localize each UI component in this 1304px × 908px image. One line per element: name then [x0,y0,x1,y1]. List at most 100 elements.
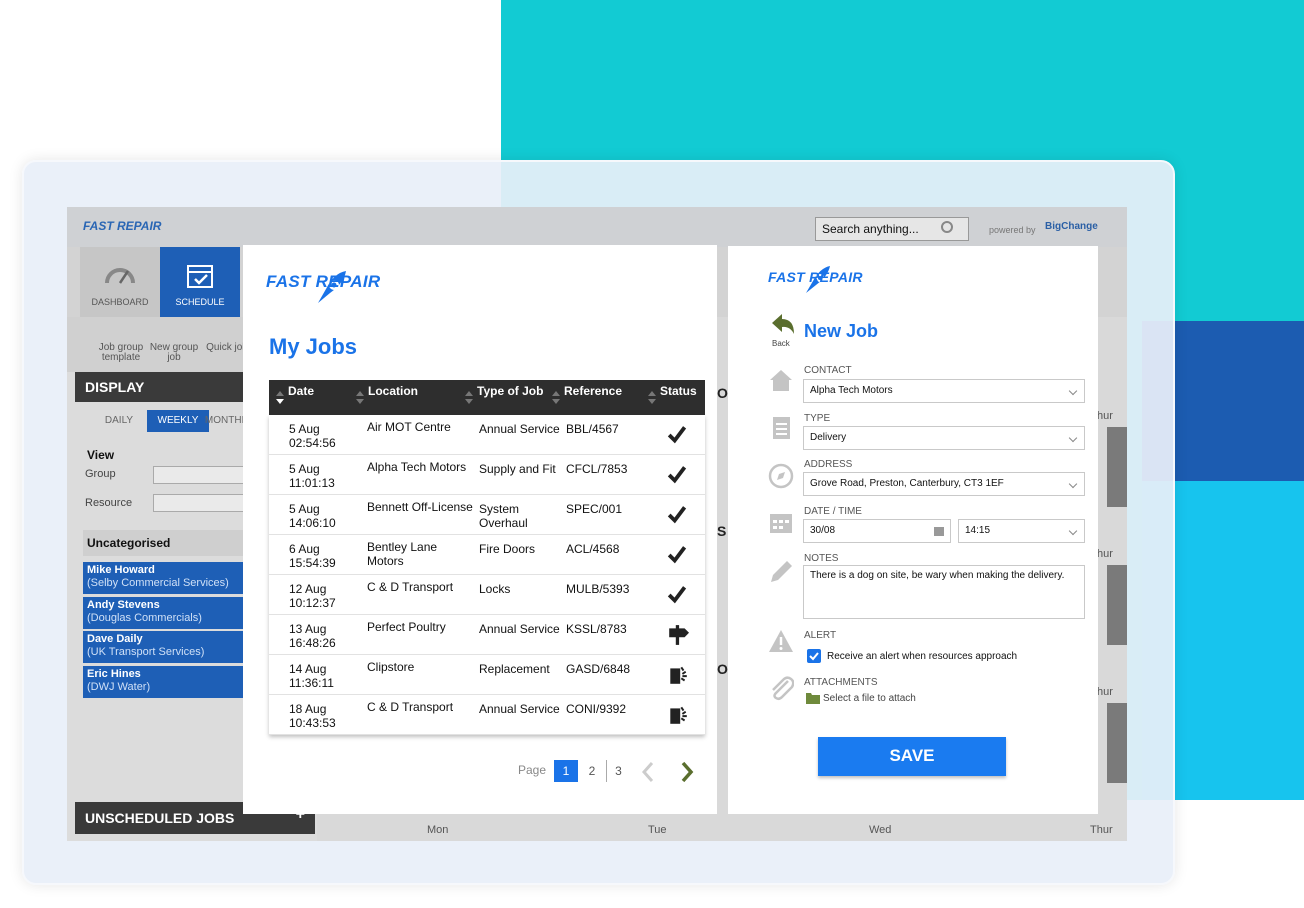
sort-icon[interactable] [356,391,364,405]
cell-date-time: 16:48:26 [289,636,336,650]
time-value: 14:15 [965,525,991,536]
chevron-down-icon [1068,433,1078,443]
save-button[interactable]: SAVE [818,737,1006,776]
alert-checkbox[interactable] [807,649,821,663]
cell-location: Clipstore [367,660,415,674]
subnav-new-group-job[interactable]: New group job [147,343,201,363]
cell-date-time: 10:43:53 [289,716,336,730]
cell-date: 5 Aug 14:06:10 [289,502,359,530]
page-button-2[interactable]: 2 [580,760,604,782]
check-icon [667,546,687,564]
calendar-small-icon[interactable] [934,526,944,536]
table-row[interactable]: 6 Aug 15:54:39 Bentley Lane Motors Fire Doo… [269,535,705,575]
resource-company: (DWJ Water) [87,681,151,693]
table-row[interactable]: 18 Aug 10:43:53 C & D Transport Annual Serv… [269,695,705,735]
app-topbar: FAST REPAIR Search anything... powered b… [67,207,1127,247]
attach-file-link[interactable]: Select a file to attach [823,693,916,704]
table-row[interactable]: 5 Aug 02:54:56 Air MOT Centre Annual Servic… [269,415,705,455]
cell-date-time: 11:01:13 [289,476,335,490]
cell-location: C & D Transport [367,700,454,714]
calendar-day-label: hur [1097,410,1113,422]
type-label: TYPE [804,413,831,424]
brand-logo: FAST REPAIR [768,266,863,293]
col-type[interactable]: Type of Job [477,384,543,398]
unscheduled-jobs-label: UNSCHEDULED JOBS [85,810,235,826]
cell-reference: GASD/6848 [566,662,631,676]
table-body: 5 Aug 02:54:56 Air MOT Centre Annual Servic… [269,415,705,735]
time-select[interactable]: 14:15 [958,519,1085,543]
page-button-3[interactable]: 3 [606,760,630,782]
cell-date: 5 Aug 02:54:56 [289,422,359,450]
table-row[interactable]: 5 Aug 11:01:13 Alpha Tech Motors Supply and… [269,455,705,495]
col-reference[interactable]: Reference [564,384,622,398]
warning-icon [769,630,793,652]
sort-icon[interactable] [276,391,284,405]
resource-field[interactable] [153,494,253,512]
calendar-check-icon [187,265,213,288]
cell-location: Perfect Poultry [367,620,446,634]
resource-label: Resource [85,497,133,509]
col-date[interactable]: Date [288,384,314,398]
resource-name: Mike Howard [87,564,155,576]
cell-type: Supply and Fit [479,462,556,476]
cell-date-day: 5 Aug [289,502,320,516]
calendar-day-label: hur [1097,548,1113,560]
page-button-1[interactable]: 1 [554,760,578,782]
chevron-right-icon[interactable] [676,760,698,784]
attachments-label: ATTACHMENTS [804,677,878,688]
nav-dashboard[interactable]: DASHBOARD [80,247,160,317]
contact-select[interactable]: Alpha Tech Motors [803,379,1085,403]
resource-item[interactable]: Andy Stevens (Douglas Commercials) [83,597,243,629]
cell-date-day: 5 Aug [289,422,320,436]
cell-date-day: 13 Aug [289,622,327,636]
subnav-job-group-template[interactable]: Job group template [95,343,147,363]
pencil-icon [771,561,792,582]
chevron-left-icon[interactable] [638,760,660,784]
partner-logo: BigChange [1045,221,1098,232]
sort-icon[interactable] [552,391,560,405]
back-arrow-icon[interactable] [770,312,796,338]
page-title: New Job [804,321,879,341]
resource-item[interactable]: Dave Daily (UK Transport Services) [83,631,243,663]
cell-date: 6 Aug 15:54:39 [289,542,359,570]
contact-label: CONTACT [804,365,852,376]
cell-reference: ACL/4568 [566,542,620,556]
address-select[interactable]: Grove Road, Preston, Canterbury, CT3 1EF [803,472,1085,496]
notes-textarea[interactable]: There is a dog on site, be wary when mak… [803,565,1085,619]
folder-icon[interactable] [806,691,820,704]
table-row[interactable]: 14 Aug 11:36:11 Clipstore Replacement GASD/6… [269,655,705,695]
day-wed: Wed [869,824,892,836]
sort-icon[interactable] [465,391,473,405]
nav-schedule[interactable]: SCHEDULE [160,247,240,317]
cell-location: C & D Transport [367,580,454,594]
chevron-down-icon [1068,479,1078,489]
sort-icon[interactable] [648,391,656,405]
group-field[interactable] [153,466,253,484]
table-row[interactable]: 13 Aug 16:48:26 Perfect Poultry Annual Serv… [269,615,705,655]
alert-label: ALERT [804,630,837,641]
resource-item[interactable]: Eric Hines (DWJ Water) [83,666,243,698]
cell-location: Bentley Lane Motors [367,540,438,568]
col-location[interactable]: Location [368,384,418,398]
search-icon[interactable] [941,221,953,233]
check-icon [667,466,687,484]
cell-type: Fire Doors [479,542,536,556]
brand-name: FAST REPAIR [768,269,863,285]
cell-date-day: 18 Aug [289,702,327,716]
resource-company: (Selby Commercial Services) [87,577,229,589]
alert-checkbox-label[interactable]: Receive an alert when resources approach [827,651,1017,662]
col-status[interactable]: Status [660,384,697,398]
table-row[interactable]: 5 Aug 14:06:10 Bennett Off-License System O… [269,495,705,535]
cell-type: Annual Service [479,622,560,636]
cell-location: Air MOT Centre [367,420,451,434]
back-label[interactable]: Back [772,339,790,348]
resource-item[interactable]: Mike Howard (Selby Commercial Services) [83,562,243,594]
cell-location: Alpha Tech Motors [367,460,467,474]
type-select[interactable]: Delivery [803,426,1085,450]
type-value: Delivery [810,432,847,443]
table-row[interactable]: 12 Aug 10:12:37 C & D Transport Locks MULB/5… [269,575,705,615]
page-label: Page [518,763,547,777]
date-input[interactable]: 30/08 [803,519,951,543]
tab-daily[interactable]: DAILY [93,410,145,432]
day-mon: Mon [427,824,449,836]
